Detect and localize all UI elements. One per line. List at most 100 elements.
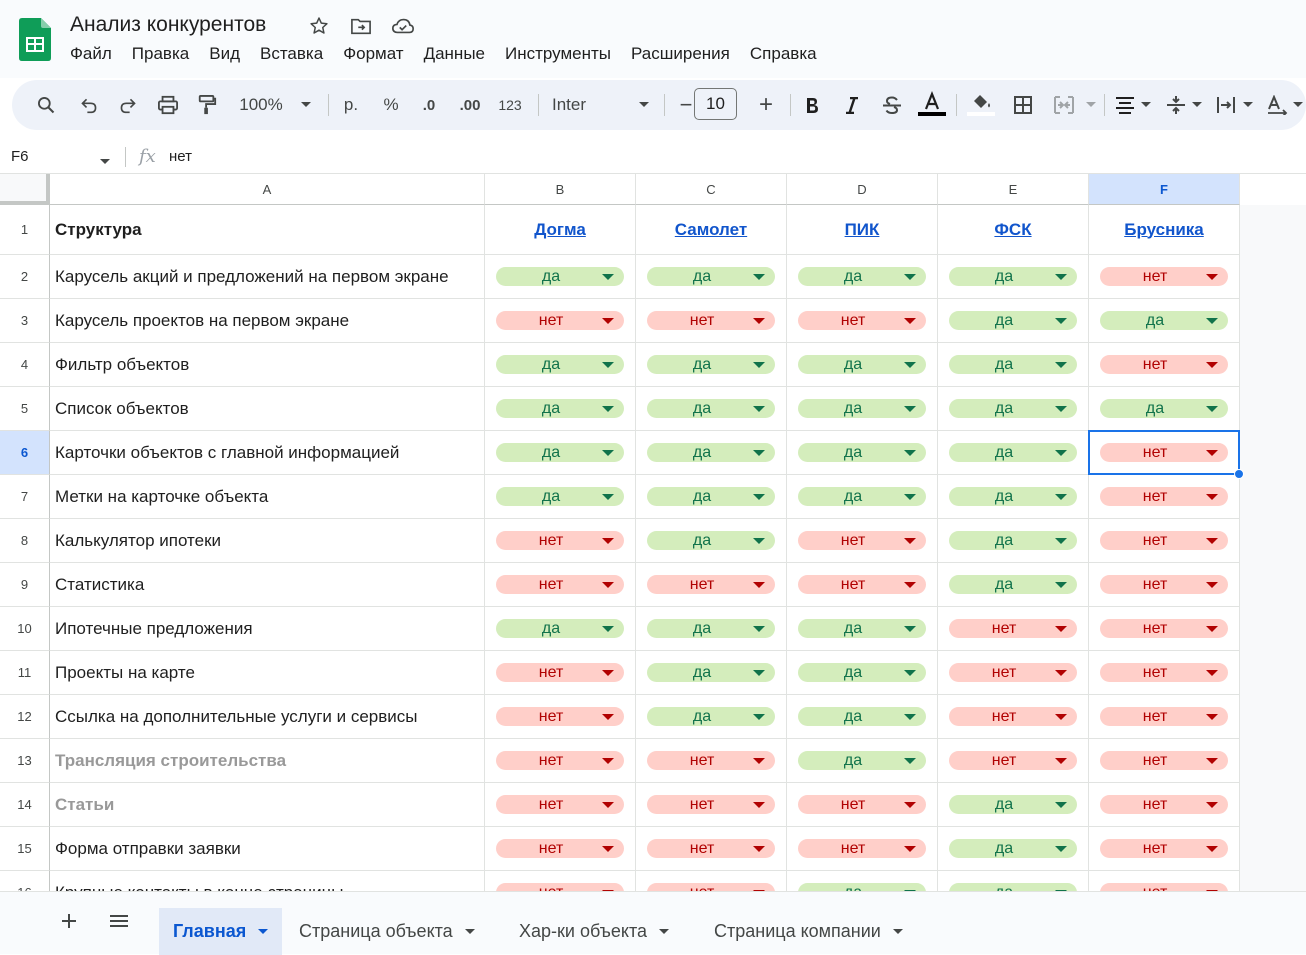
row-header[interactable]: 6 bbox=[0, 431, 50, 475]
feature-label-cell[interactable]: Ипотечные предложения bbox=[50, 607, 485, 651]
status-dropdown-chip[interactable]: да bbox=[647, 487, 775, 506]
status-dropdown-chip[interactable]: да bbox=[949, 531, 1077, 550]
row-header[interactable]: 15 bbox=[0, 827, 50, 871]
status-cell[interactable]: нет bbox=[938, 695, 1089, 739]
status-dropdown-chip[interactable]: да bbox=[949, 399, 1077, 418]
status-dropdown-chip[interactable]: нет bbox=[1100, 619, 1228, 638]
print-icon[interactable] bbox=[155, 80, 181, 130]
feature-label-cell[interactable]: Статистика bbox=[50, 563, 485, 607]
redo-icon[interactable] bbox=[115, 80, 141, 130]
spreadsheet-grid[interactable]: A B C D E F 1 Структура Догма Самолет ПИ… bbox=[0, 174, 1306, 891]
status-dropdown-chip[interactable]: нет bbox=[496, 575, 624, 594]
status-dropdown-chip[interactable]: да bbox=[798, 751, 926, 770]
competitor-link[interactable]: Брусника bbox=[1089, 220, 1239, 240]
sheet-tab-company-page[interactable]: Страница компании bbox=[700, 908, 917, 955]
feature-label-cell[interactable]: Проекты на карте bbox=[50, 651, 485, 695]
status-dropdown-chip[interactable]: нет bbox=[647, 883, 775, 891]
status-cell[interactable]: да bbox=[485, 255, 636, 299]
status-dropdown-chip[interactable]: нет bbox=[949, 751, 1077, 770]
status-cell[interactable]: нет bbox=[1089, 739, 1240, 783]
menu-extensions[interactable]: Расширения bbox=[621, 44, 740, 64]
name-box[interactable]: F6 bbox=[11, 148, 29, 165]
text-wrapping-icon[interactable] bbox=[1214, 80, 1238, 130]
status-cell[interactable]: да bbox=[938, 827, 1089, 871]
row-header[interactable]: 3 bbox=[0, 299, 50, 343]
status-dropdown-chip[interactable]: нет bbox=[496, 663, 624, 682]
feature-label-cell[interactable]: Метки на карточке объекта bbox=[50, 475, 485, 519]
status-dropdown-chip[interactable]: нет bbox=[949, 619, 1077, 638]
menu-data[interactable]: Данные bbox=[414, 44, 495, 64]
status-cell[interactable]: да bbox=[938, 519, 1089, 563]
status-dropdown-chip[interactable]: нет bbox=[647, 311, 775, 330]
status-cell[interactable]: да bbox=[485, 387, 636, 431]
status-cell[interactable]: нет bbox=[787, 783, 938, 827]
status-dropdown-chip[interactable]: да bbox=[949, 355, 1077, 374]
search-menus-icon[interactable] bbox=[32, 80, 60, 130]
percent-format-button[interactable]: % bbox=[378, 80, 404, 130]
status-cell[interactable]: да bbox=[938, 871, 1089, 891]
star-icon[interactable] bbox=[306, 13, 332, 39]
status-cell[interactable]: да bbox=[636, 343, 787, 387]
borders-icon[interactable] bbox=[1010, 80, 1036, 130]
status-dropdown-chip[interactable]: да bbox=[949, 267, 1077, 286]
status-dropdown-chip[interactable]: нет bbox=[1100, 531, 1228, 550]
status-cell[interactable]: да bbox=[636, 695, 787, 739]
menu-view[interactable]: Вид bbox=[199, 44, 250, 64]
row-header[interactable]: 7 bbox=[0, 475, 50, 519]
cloud-saved-icon[interactable] bbox=[390, 13, 416, 39]
status-dropdown-chip[interactable]: нет bbox=[1100, 663, 1228, 682]
status-cell[interactable]: да bbox=[636, 387, 787, 431]
status-dropdown-chip[interactable]: нет bbox=[798, 531, 926, 550]
status-dropdown-chip[interactable]: да bbox=[798, 443, 926, 462]
competitor-header-cell[interactable]: Догма bbox=[485, 205, 636, 255]
status-dropdown-chip[interactable]: да bbox=[798, 883, 926, 891]
sheet-tab-object-specs[interactable]: Хар-ки объекта bbox=[505, 908, 683, 955]
status-cell[interactable]: нет bbox=[636, 563, 787, 607]
chevron-down-icon[interactable] bbox=[1082, 80, 1100, 130]
status-cell[interactable]: да bbox=[938, 255, 1089, 299]
chevron-down-icon[interactable] bbox=[1138, 80, 1154, 130]
row-header[interactable]: 1 bbox=[0, 205, 50, 255]
competitor-link[interactable]: ПИК bbox=[787, 220, 937, 240]
status-cell[interactable]: да bbox=[636, 431, 787, 475]
status-dropdown-chip[interactable]: нет bbox=[647, 751, 775, 770]
status-dropdown-chip[interactable]: да bbox=[949, 487, 1077, 506]
status-dropdown-chip[interactable]: нет bbox=[496, 839, 624, 858]
status-cell[interactable]: нет bbox=[636, 827, 787, 871]
bold-icon[interactable] bbox=[800, 80, 824, 130]
feature-label-cell[interactable]: Калькулятор ипотеки bbox=[50, 519, 485, 563]
status-cell[interactable]: да bbox=[636, 607, 787, 651]
status-cell[interactable]: да bbox=[787, 739, 938, 783]
status-cell[interactable]: нет bbox=[485, 695, 636, 739]
add-sheet-icon[interactable] bbox=[54, 906, 84, 936]
status-cell[interactable]: нет bbox=[1089, 871, 1240, 891]
status-cell[interactable]: нет bbox=[787, 299, 938, 343]
status-dropdown-chip[interactable]: нет bbox=[647, 575, 775, 594]
paint-format-icon[interactable] bbox=[194, 80, 220, 130]
status-dropdown-chip[interactable]: да bbox=[496, 399, 624, 418]
feature-label-cell[interactable]: Статьи bbox=[50, 783, 485, 827]
menu-edit[interactable]: Правка bbox=[122, 44, 199, 64]
menu-format[interactable]: Формат bbox=[333, 44, 413, 64]
status-dropdown-chip[interactable]: да bbox=[496, 619, 624, 638]
chevron-down-icon[interactable] bbox=[99, 153, 111, 171]
status-cell[interactable]: да bbox=[938, 299, 1089, 343]
competitor-header-cell[interactable]: Самолет bbox=[636, 205, 787, 255]
status-cell[interactable]: да bbox=[1089, 387, 1240, 431]
status-cell[interactable]: да bbox=[485, 475, 636, 519]
status-dropdown-chip[interactable]: да bbox=[798, 707, 926, 726]
competitor-header-cell[interactable]: ПИК bbox=[787, 205, 938, 255]
status-dropdown-chip[interactable]: да bbox=[798, 267, 926, 286]
status-dropdown-chip[interactable]: да bbox=[798, 487, 926, 506]
status-cell[interactable]: да bbox=[787, 387, 938, 431]
status-dropdown-chip[interactable]: нет bbox=[496, 751, 624, 770]
status-dropdown-chip[interactable]: да bbox=[949, 883, 1077, 891]
competitor-header-cell[interactable]: ФСК bbox=[938, 205, 1089, 255]
status-dropdown-chip[interactable]: нет bbox=[1100, 575, 1228, 594]
column-header-a[interactable]: A bbox=[50, 174, 485, 205]
feature-label-cell[interactable]: Трансляция строительства bbox=[50, 739, 485, 783]
status-cell[interactable]: нет bbox=[787, 563, 938, 607]
feature-label-cell[interactable]: Карточки объектов с главной информацией bbox=[50, 431, 485, 475]
fill-handle[interactable] bbox=[1234, 469, 1244, 479]
status-dropdown-chip[interactable]: да bbox=[647, 531, 775, 550]
